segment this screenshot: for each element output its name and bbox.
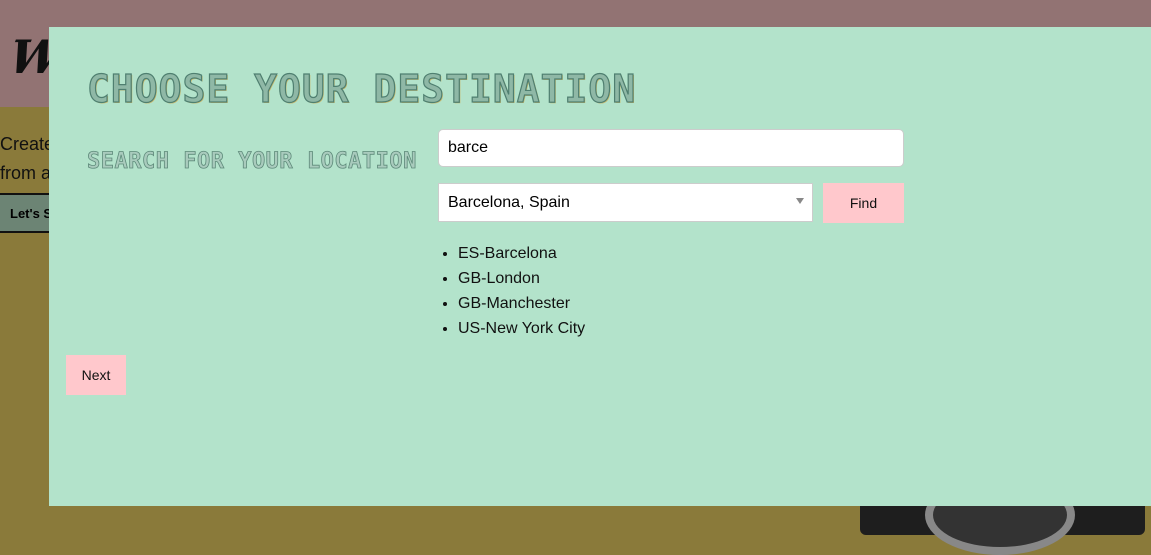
find-button[interactable]: Find [823,183,904,223]
background-line: Create [0,134,55,154]
location-select[interactable]: Barcelona, Spain [438,183,813,222]
modal-title: CHOOSE YOUR DESTINATION [86,66,637,111]
chevron-down-icon [796,198,804,204]
next-button[interactable]: Next [66,355,126,395]
select-value: Barcelona, Spain [448,194,570,211]
destination-modal: CHOOSE YOUR DESTINATION SEARCH FOR YOUR … [49,27,1151,506]
location-list: ES-Barcelona GB-London GB-Manchester US-… [458,241,585,341]
background-line: from a [0,163,52,183]
list-item: GB-London [458,266,585,291]
search-label: SEARCH FOR YOUR LOCATION [87,149,417,175]
background-text: Create from a [0,130,54,188]
list-item: US-New York City [458,316,585,341]
list-item: GB-Manchester [458,291,585,316]
list-item: ES-Barcelona [458,241,585,266]
location-search-input[interactable] [438,129,904,167]
